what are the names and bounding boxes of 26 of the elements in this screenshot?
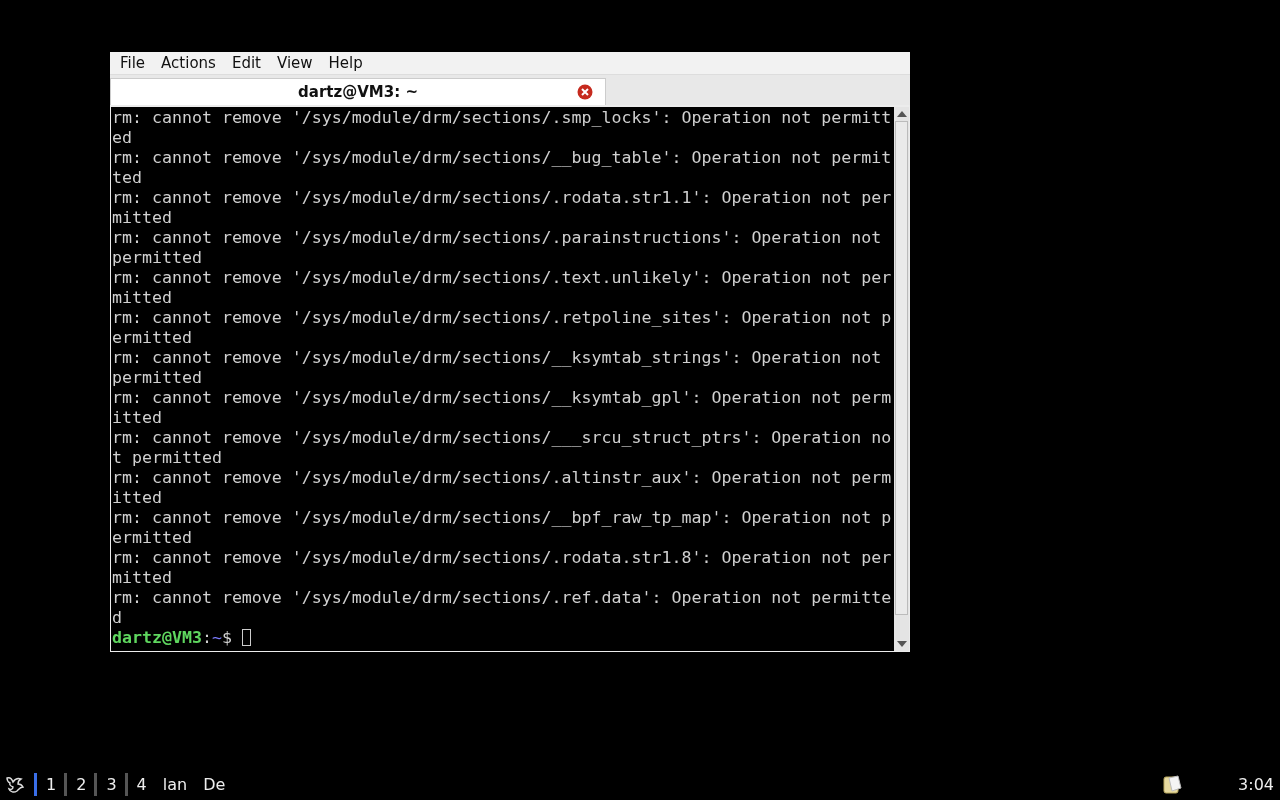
menu-item[interactable]: View	[268, 54, 321, 72]
output-line: rm: cannot remove '/sys/module/drm/sections/.ref.data': Operation not permitted	[112, 588, 892, 628]
prompt-separator: :	[201, 628, 212, 647]
clock: 3:04	[1238, 774, 1274, 794]
scrollbar[interactable]	[894, 107, 909, 651]
scroll-up-icon[interactable]	[896, 111, 907, 117]
text-cursor	[241, 629, 251, 646]
menu-item[interactable]: Edit	[223, 54, 269, 72]
workspace-button[interactable]: 1	[34, 772, 65, 796]
scroll-down-icon[interactable]	[896, 641, 907, 647]
clipboard-icon[interactable]	[1162, 774, 1183, 794]
tab[interactable]: dartz@VM3: ~	[110, 78, 606, 105]
tab-title: dartz@VM3: ~	[298, 83, 418, 101]
close-icon[interactable]	[577, 84, 593, 100]
prompt-path: ~	[211, 628, 222, 647]
workspace-button[interactable]: 4	[124, 772, 155, 796]
menu-item[interactable]: File	[112, 54, 154, 72]
menu-item[interactable]: Help	[320, 54, 371, 72]
task-button[interactable]: De	[195, 774, 234, 794]
scrollbar-thumb[interactable]	[895, 121, 908, 615]
workspace-button[interactable]: 2	[64, 772, 95, 796]
prompt-user-host: dartz@VM3	[112, 628, 202, 647]
task-button[interactable]: lan	[154, 774, 196, 794]
menu-item[interactable]: Actions	[153, 54, 224, 72]
prompt-symbol: $	[221, 628, 232, 647]
workspace-button[interactable]: 3	[94, 772, 125, 796]
